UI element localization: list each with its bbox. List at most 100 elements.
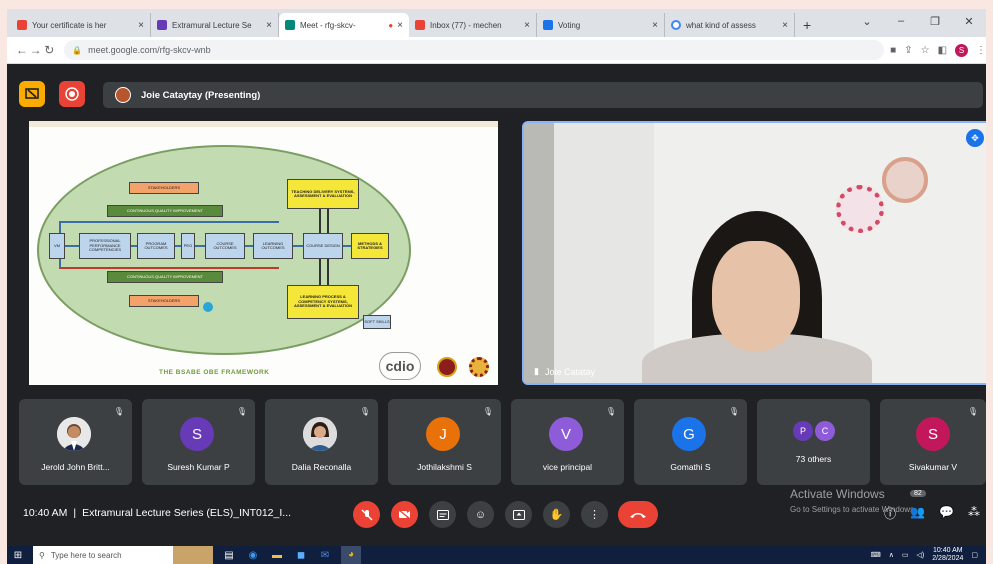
minimize-button[interactable]: – — [884, 15, 918, 27]
profile-avatar[interactable]: S — [955, 43, 969, 57]
info-icon[interactable]: ⓘ — [884, 505, 896, 522]
windows-start-icon[interactable]: ⊞ — [7, 550, 29, 561]
captions-button[interactable] — [429, 501, 456, 528]
emoji-button[interactable]: ☺ — [467, 501, 494, 528]
browser-tab[interactable]: Inbox (77) - mechen × — [409, 13, 537, 37]
university-seal-icon — [437, 357, 457, 377]
tray-arrow-icon[interactable]: ∧ — [889, 551, 894, 559]
network-icon[interactable]: ▭ — [902, 551, 909, 559]
browser-tab[interactable]: Extramural Lecture Se × — [151, 13, 279, 37]
people-count-badge: 82 — [910, 490, 926, 497]
share-icon[interactable]: ⇪ — [904, 45, 912, 56]
learning-process-box: LEARNING PROCESS & COMPETENCY SYSTEMS, A… — [287, 285, 359, 319]
window-controls: ⌄ – ❐ ✕ — [850, 9, 986, 33]
meeting-time: 10:40 AM — [23, 507, 68, 519]
participant-tile[interactable]: 🎙 G Gomathi S — [634, 399, 747, 485]
bookmark-star-icon[interactable]: ☆ — [921, 45, 930, 56]
camera-icon[interactable]: ■ — [890, 45, 896, 56]
camera-button[interactable] — [391, 501, 418, 528]
vm-box: VM — [49, 233, 65, 259]
presenter-bar[interactable]: Joie Cataytay (Presenting) — [103, 82, 983, 108]
maximize-button[interactable]: ❐ — [918, 15, 952, 28]
competencies-box: PROFESSIONAL PERFORMANCE COMPETENCIES — [79, 233, 131, 259]
keyboard-icon[interactable]: ⌨ — [871, 551, 881, 559]
flow-line — [59, 221, 279, 223]
url-field[interactable]: 🔒 meet.google.com/rfg-skcv-wnb — [64, 40, 885, 60]
avatar: J — [426, 417, 460, 451]
browser-tab-active[interactable]: Meet - rfg-skcv- ● × — [279, 13, 409, 37]
reload-button[interactable]: ↻ — [42, 43, 56, 57]
activities-icon[interactable]: ⁂ — [968, 505, 980, 522]
store-icon[interactable]: ◼ — [293, 550, 309, 561]
peo-box: PEO — [181, 233, 195, 259]
raise-hand-button[interactable]: ✋ — [543, 501, 570, 528]
taskbar-search[interactable]: ⚲ Type here to search — [33, 546, 213, 564]
mic-muted-icon: 🎙 — [359, 407, 370, 416]
flow-line — [59, 267, 279, 269]
program-outcomes-box: PROGRAM OUTCOMES — [137, 233, 175, 259]
participant-tile[interactable]: 🎙 S Suresh Kumar P — [142, 399, 255, 485]
presenter-avatar — [115, 87, 131, 103]
close-icon[interactable]: × — [652, 20, 658, 31]
browser-tab[interactable]: what kind of assess × — [665, 13, 795, 37]
menu-dots-icon[interactable]: ⋮ — [976, 45, 986, 56]
clock-time: 10:40 AM — [933, 547, 963, 555]
presenter-video-tile[interactable]: ✥ ▮ Joie Catatay — [522, 121, 986, 385]
self-name: Joie Catatay — [544, 366, 595, 377]
info-dot-icon — [203, 302, 213, 312]
stakeholders-box: STAKEHOLDERS — [129, 295, 199, 307]
close-icon[interactable]: × — [397, 20, 403, 31]
mic-muted-icon: 🎙 — [967, 407, 978, 416]
close-window-button[interactable]: ✕ — [952, 15, 986, 28]
back-button[interactable]: ← — [15, 43, 29, 57]
participant-tile[interactable]: 🎙 S Sivakumar V — [880, 399, 986, 485]
close-icon[interactable]: × — [524, 20, 530, 31]
stakeholders-box: STAKEHOLDERS — [129, 182, 199, 194]
participant-tile[interactable]: 🎙 V vice principal — [511, 399, 624, 485]
others-count: 73 others — [795, 454, 832, 464]
close-icon[interactable]: × — [782, 20, 788, 31]
google-icon — [671, 20, 681, 30]
side-panel-icon[interactable]: ◧ — [938, 45, 947, 56]
participant-tile[interactable]: 🎙 Jerold John Britt... — [19, 399, 132, 485]
tab-search-icon[interactable]: ⌄ — [850, 15, 884, 28]
clock[interactable]: 10:40 AM 2/28/2024 — [932, 547, 963, 562]
task-view-icon[interactable]: ▤ — [221, 550, 237, 561]
shared-slide[interactable]: STAKEHOLDERS CONTINUOUS QUALITY IMPROVEM… — [29, 121, 498, 385]
participant-tile[interactable]: 🎙 J Jothilakshmi S — [388, 399, 501, 485]
close-icon[interactable]: × — [138, 20, 144, 31]
recording-icon[interactable] — [59, 81, 85, 107]
chrome-icon[interactable]: ◕ — [341, 546, 361, 564]
mic-muted-icon: 🎙 — [605, 407, 616, 416]
more-options-button[interactable]: ⋮ — [581, 501, 608, 528]
people-icon[interactable]: 👥 — [910, 505, 925, 522]
new-tab-button[interactable]: + — [795, 13, 819, 37]
windows-taskbar: ⊞ ⚲ Type here to search ▤ ◉ ▬ ◼ ✉ ◕ ⌨ ∧ … — [7, 546, 986, 564]
avatar: P — [793, 421, 813, 441]
forward-button[interactable]: → — [29, 43, 43, 57]
others-tile[interactable]: P C 73 others — [757, 399, 870, 485]
chat-icon[interactable]: 💬 — [939, 505, 954, 522]
participant-tile[interactable]: 🎙 Dalia Reconalla — [265, 399, 378, 485]
mic-button[interactable] — [353, 501, 380, 528]
mic-muted-icon: 🎙 — [236, 407, 247, 416]
meet-icon — [285, 20, 295, 30]
participant-name: Suresh Kumar P — [167, 462, 230, 472]
mail-icon[interactable]: ✉ — [317, 550, 333, 561]
notification-icon[interactable]: ▢ — [971, 551, 978, 559]
edge-icon[interactable]: ◉ — [245, 550, 261, 561]
present-icon[interactable] — [19, 81, 45, 107]
volume-icon[interactable]: ◁) — [917, 551, 925, 559]
separator: | — [73, 507, 77, 519]
right-tools: ⓘ 👥 💬 ⁂ — [884, 505, 980, 522]
pin-icon[interactable]: ✥ — [966, 129, 984, 147]
cqi-box: CONTINUOUS QUALITY IMPROVEMENT — [107, 205, 223, 217]
browser-tab[interactable]: Voting × — [537, 13, 665, 37]
lock-icon[interactable]: 🔒 — [72, 46, 82, 55]
learning-outcomes-box: LEARNING OUTCOMES — [253, 233, 293, 259]
browser-tab[interactable]: Your certificate is her × — [11, 13, 151, 37]
leave-call-button[interactable] — [618, 501, 658, 528]
present-screen-button[interactable] — [505, 501, 532, 528]
close-icon[interactable]: × — [266, 20, 272, 31]
file-explorer-icon[interactable]: ▬ — [269, 550, 285, 561]
